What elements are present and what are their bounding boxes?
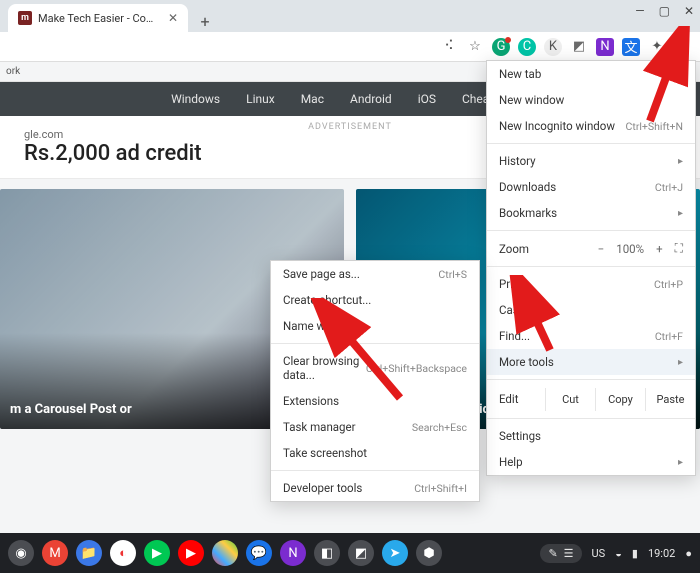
ad-headline: Rs.2,000 ad credit <box>24 141 202 166</box>
menu-new-incognito[interactable]: New Incognito windowCtrl+Shift+N <box>487 113 695 139</box>
keepa-icon[interactable]: K <box>544 38 562 56</box>
submenu-save-page[interactable]: Save page as...Ctrl+S <box>271 261 479 287</box>
chrome-menu-button[interactable]: ⋮ <box>674 38 692 56</box>
minimize-button[interactable]: — <box>635 4 644 18</box>
gmail-icon[interactable]: M <box>42 540 68 566</box>
submenu-clear-browsing[interactable]: Clear browsing data...Ctrl+Shift+Backspa… <box>271 348 479 388</box>
chrome-menu: New tab New window New Incognito windowC… <box>486 60 696 476</box>
menu-find[interactable]: Find...Ctrl+F <box>487 323 695 349</box>
submenu-task-manager[interactable]: Task managerSearch+Esc <box>271 414 479 440</box>
play-store-icon[interactable]: ▶ <box>144 540 170 566</box>
app-icon[interactable]: ◩ <box>348 540 374 566</box>
maximize-button[interactable]: ▢ <box>659 4 670 18</box>
translate-icon[interactable]: 文 <box>622 38 640 56</box>
status-pill[interactable]: ✎☰ <box>540 544 581 563</box>
clock[interactable]: 19:02 <box>648 547 675 560</box>
system-tray[interactable]: ✎☰ US ◒ ▮ 19:02 ● <box>540 544 692 563</box>
edit-copy[interactable]: Copy <box>595 388 645 411</box>
colorzilla-icon[interactable]: C <box>518 38 536 56</box>
telegram-icon[interactable]: ➤ <box>382 540 408 566</box>
submenu-take-screenshot[interactable]: Take screenshot <box>271 440 479 466</box>
zoom-out-button[interactable]: − <box>598 242 605 256</box>
nav-item[interactable]: Android <box>350 92 392 106</box>
browser-tab[interactable]: m Make Tech Easier - Computer Tu ✕ <box>8 4 188 32</box>
window-controls: — ▢ ✕ <box>635 4 694 18</box>
fullscreen-button[interactable]: ⛶ <box>675 241 683 256</box>
share-icon[interactable]: ⠪ <box>440 38 458 56</box>
wifi-icon[interactable]: ◒ <box>615 547 622 560</box>
extensions-icon[interactable]: ✦ <box>648 38 666 56</box>
nav-item[interactable]: Mac <box>301 92 324 106</box>
ad-subline: gle.com <box>24 128 202 141</box>
youtube-icon[interactable]: ▶ <box>178 540 204 566</box>
onenote-taskbar-icon[interactable]: N <box>280 540 306 566</box>
menu-edit-row: Edit Cut Copy Paste <box>487 384 695 414</box>
app-icon[interactable]: ◧ <box>314 540 340 566</box>
messages-icon[interactable]: 💬 <box>246 540 272 566</box>
menu-help[interactable]: Help▸ <box>487 449 695 475</box>
star-icon[interactable]: ☆ <box>466 38 484 56</box>
zoom-percent: 100% <box>616 242 644 256</box>
menu-settings[interactable]: Settings <box>487 423 695 449</box>
tab-title: Make Tech Easier - Computer Tu <box>38 12 162 25</box>
edit-cut[interactable]: Cut <box>545 388 595 411</box>
browser-toolbar: ⠪ ☆ G C K ◩ N 文 ✦ ⋮ <box>0 32 700 62</box>
app-icon[interactable]: ⬢ <box>416 540 442 566</box>
language-indicator[interactable]: US <box>592 547 606 560</box>
files-icon[interactable]: 📁 <box>76 540 102 566</box>
nav-item[interactable]: Linux <box>246 92 275 106</box>
tab-favicon: m <box>18 11 32 25</box>
nav-item[interactable]: iOS <box>418 92 436 106</box>
onenote-icon[interactable]: N <box>596 38 614 56</box>
submenu-extensions[interactable]: Extensions <box>271 388 479 414</box>
nav-item[interactable]: Windows <box>171 92 220 106</box>
submenu-name-window[interactable]: Name window... <box>271 313 479 339</box>
menu-new-window[interactable]: New window <box>487 87 695 113</box>
submenu-developer-tools[interactable]: Developer toolsCtrl+Shift+I <box>271 475 479 501</box>
notification-dot[interactable]: ● <box>685 547 692 560</box>
ad-label: ADVERTISEMENT <box>308 122 392 132</box>
grammarly-icon[interactable]: G <box>492 38 510 56</box>
lastpass-icon[interactable]: ◩ <box>570 38 588 56</box>
menu-cast[interactable]: Cast... <box>487 297 695 323</box>
menu-new-tab[interactable]: New tab <box>487 61 695 87</box>
menu-more-tools[interactable]: More tools▸ <box>487 349 695 375</box>
close-button[interactable]: ✕ <box>684 4 694 18</box>
chrome-icon[interactable]: ◐ <box>110 540 136 566</box>
new-tab-button[interactable]: + <box>194 10 216 32</box>
photos-icon[interactable] <box>212 540 238 566</box>
menu-print[interactable]: Print...Ctrl+P <box>487 271 695 297</box>
battery-icon[interactable]: ▮ <box>632 547 638 560</box>
tab-close-icon[interactable]: ✕ <box>168 11 178 25</box>
more-tools-submenu: Save page as...Ctrl+S Create shortcut...… <box>270 260 480 502</box>
submenu-create-shortcut[interactable]: Create shortcut... <box>271 287 479 313</box>
window-titlebar: m Make Tech Easier - Computer Tu ✕ + — ▢… <box>0 0 700 32</box>
menu-zoom: Zoom − 100% + ⛶ <box>487 235 695 262</box>
menu-downloads[interactable]: DownloadsCtrl+J <box>487 174 695 200</box>
taskbar: ◉ M 📁 ◐ ▶ ▶ 💬 N ◧ ◩ ➤ ⬢ ✎☰ US ◒ ▮ 19:02 … <box>0 533 700 573</box>
zoom-in-button[interactable]: + <box>656 242 663 256</box>
menu-bookmarks[interactable]: Bookmarks▸ <box>487 200 695 226</box>
menu-history[interactable]: History▸ <box>487 148 695 174</box>
edit-paste[interactable]: Paste <box>645 388 695 411</box>
launcher-button[interactable]: ◉ <box>8 540 34 566</box>
